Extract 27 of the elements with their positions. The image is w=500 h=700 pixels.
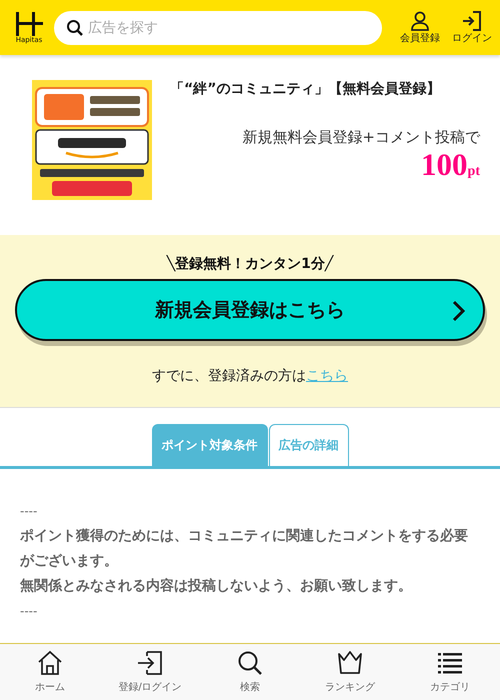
logo-icon[interactable] bbox=[14, 12, 44, 36]
nav-item[interactable]: 検索 bbox=[200, 644, 300, 700]
login-prompt: すでに、登録済みの方は bbox=[152, 368, 306, 384]
search-icon bbox=[237, 650, 263, 676]
search-field[interactable]: 広告を探す bbox=[54, 10, 382, 44]
nav-item[interactable]: カテゴリ bbox=[400, 644, 500, 700]
home-icon bbox=[37, 650, 63, 676]
body-text: 無関係とみなされる内容は投稿しないよう、お願い致します。 bbox=[20, 576, 413, 596]
reward-condition: 新規無料会員登録+コメント投稿で bbox=[242, 128, 480, 147]
body-text: ---- bbox=[20, 503, 38, 520]
tagline: ╲登録無料！カンタン1分╱ bbox=[166, 255, 334, 273]
ad-title: 「“絆”のコミュニティ」【無料会員登録】 bbox=[170, 80, 440, 98]
nav-item[interactable]: 登録/ログイン bbox=[100, 644, 200, 700]
crown-icon bbox=[337, 650, 363, 676]
points-unit: pt bbox=[468, 164, 480, 179]
chevron-right-icon bbox=[451, 300, 465, 322]
points-value: 100 bbox=[421, 147, 468, 182]
body-text: ポイント獲得のためには、コミュニティに関連したコメントをする必要がございます。 bbox=[20, 527, 469, 571]
body-text: ---- bbox=[20, 603, 38, 620]
login-icon bbox=[462, 10, 482, 30]
nav-item[interactable]: ランキング bbox=[300, 644, 400, 700]
login-icon bbox=[137, 650, 163, 676]
header-action-button[interactable]: ログイン bbox=[450, 10, 494, 44]
header-action-button[interactable]: 会員登録 bbox=[398, 10, 442, 44]
nav-item[interactable]: ホーム bbox=[0, 644, 100, 700]
user-icon bbox=[410, 10, 430, 30]
list-icon bbox=[437, 650, 463, 676]
